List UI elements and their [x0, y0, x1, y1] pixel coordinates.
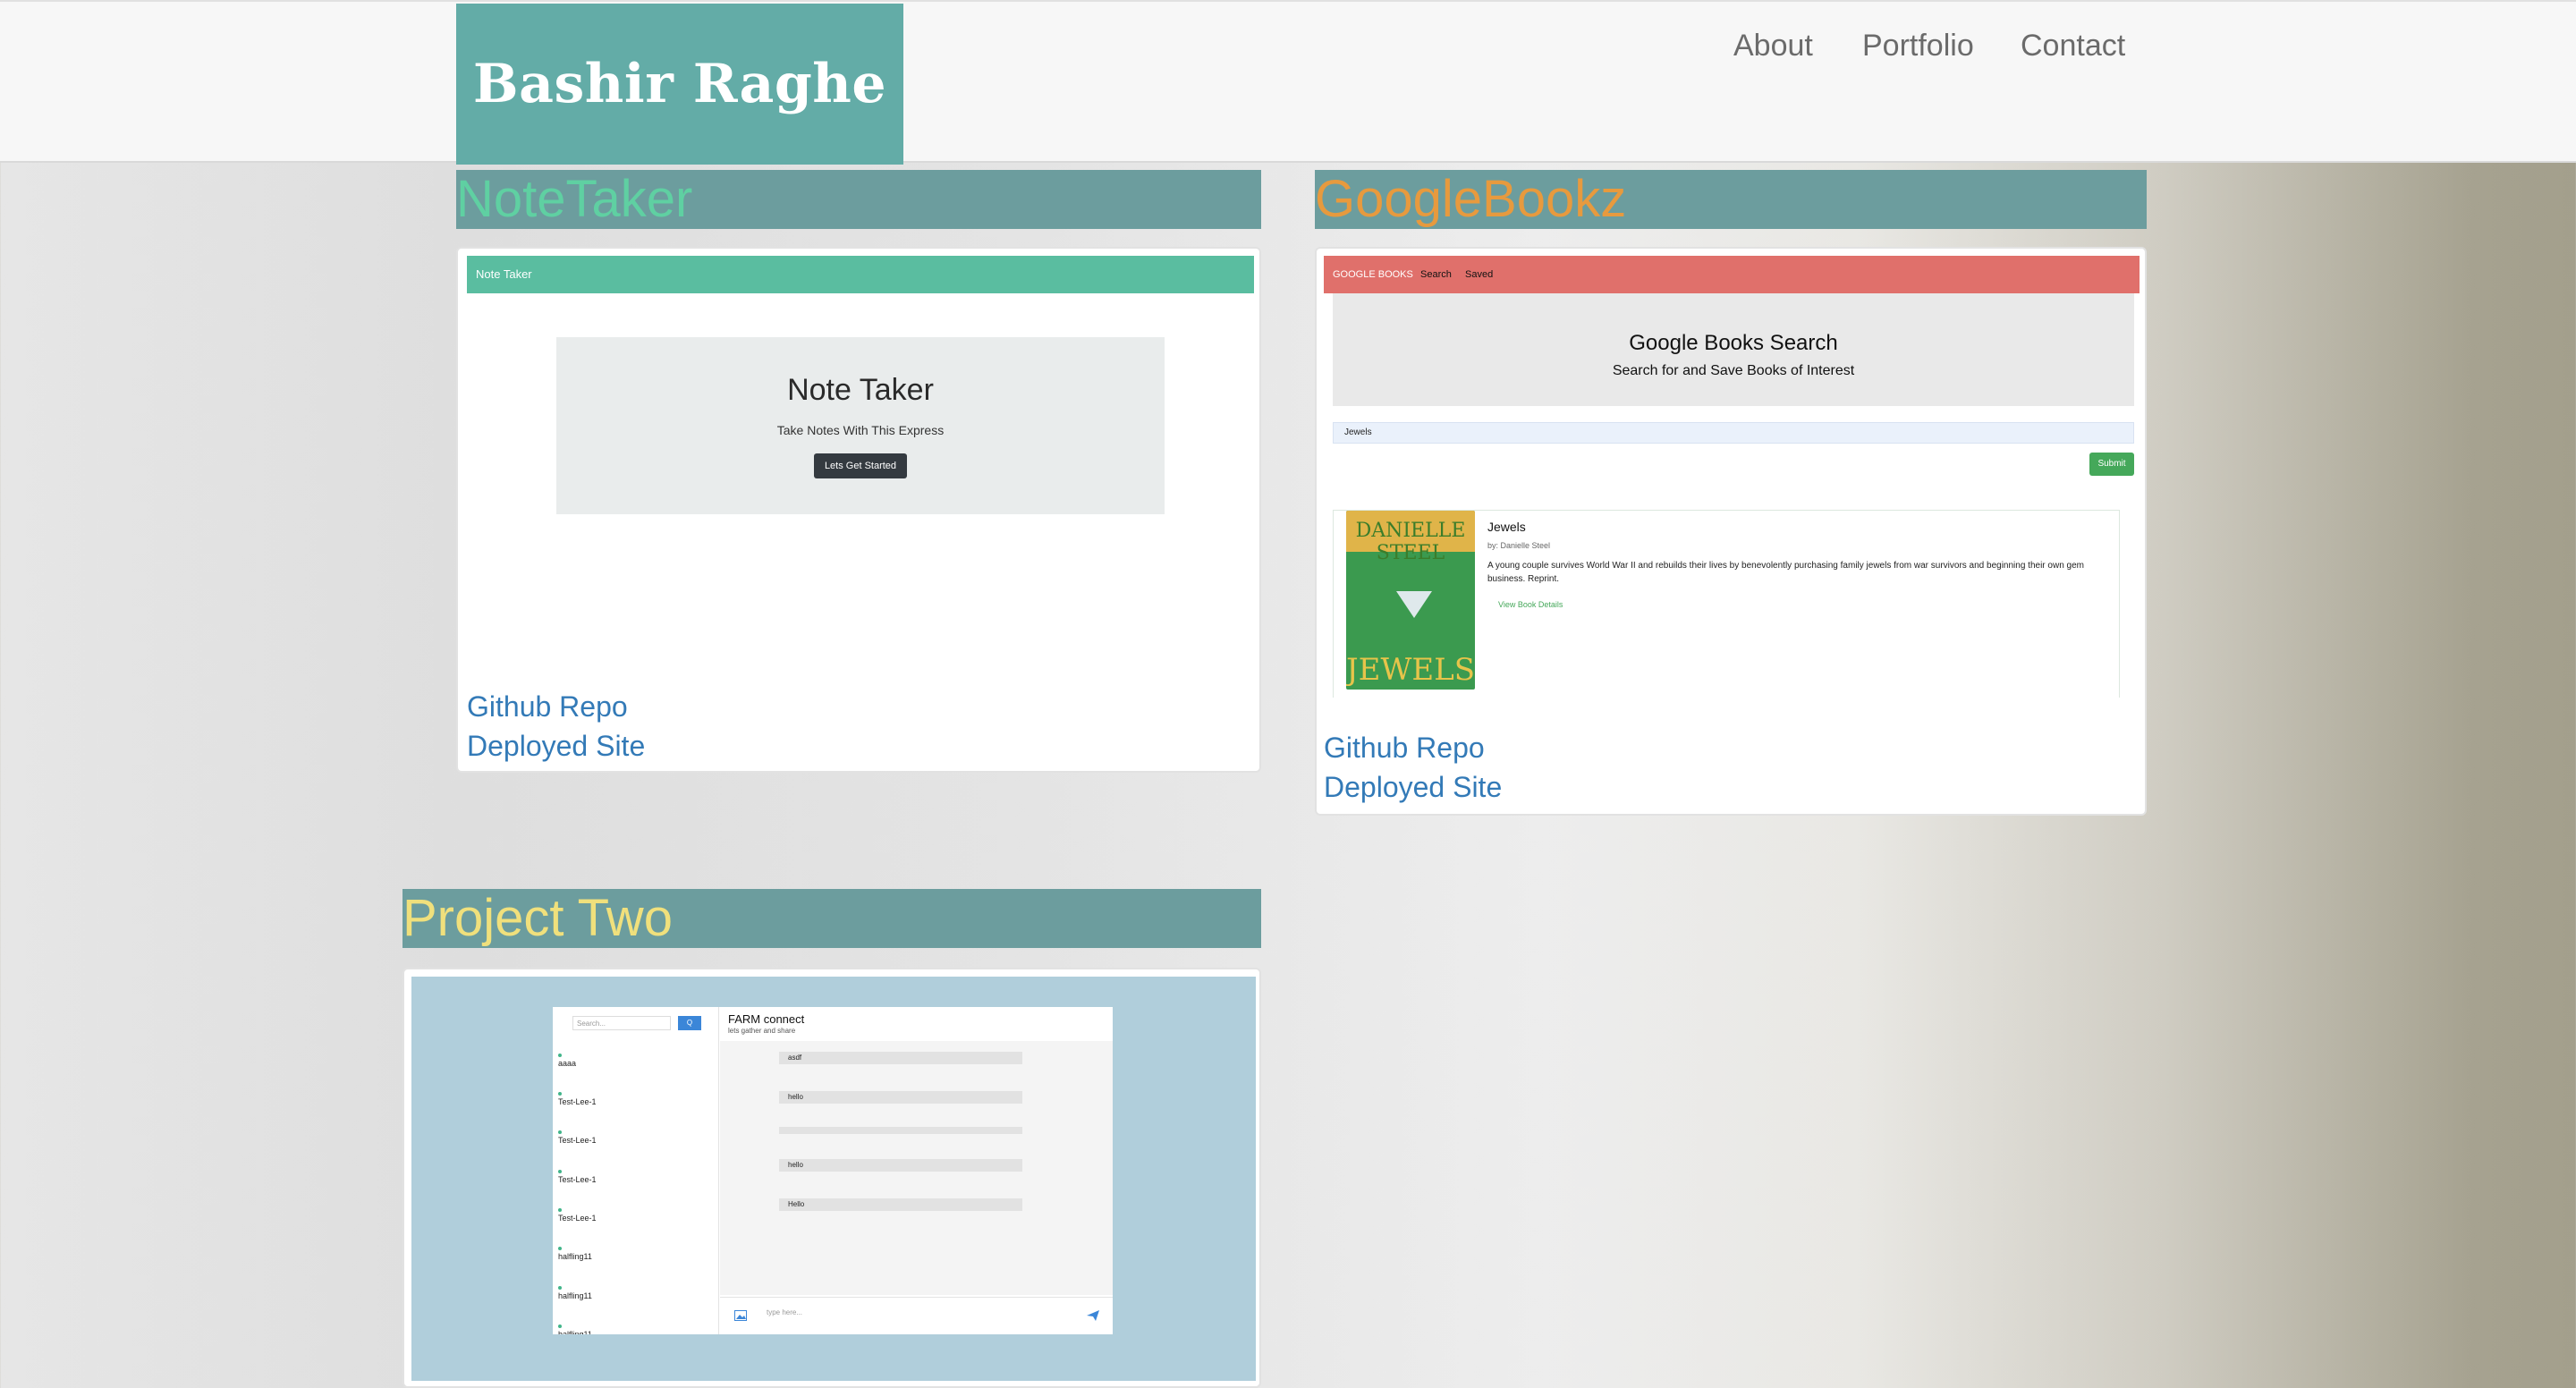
preview-book-result: DANIELLE STEEL JEWELS Jewels by: Daniell… — [1333, 510, 2120, 698]
book-cover-title: JEWELS — [1346, 652, 1475, 688]
project-title-project-two: Project Two — [402, 889, 1261, 948]
preview-nav-brand: GOOGLE BOOKS — [1333, 269, 1413, 280]
online-dot-icon — [558, 1247, 562, 1250]
preview-heading: Note Taker — [787, 373, 934, 407]
preview-navbar: GOOGLE BOOKS Search Saved — [1324, 256, 2140, 293]
project-title-notetaker: NoteTaker — [456, 170, 1261, 229]
project-card-project-two: Search... Q aaaa Test-Lee-1 Test-Lee-1 T… — [402, 968, 1261, 1388]
book-cover-author: DANIELLE STEEL — [1355, 520, 1466, 564]
book-description: A young couple survives World War II and… — [1487, 561, 2084, 584]
online-dot-icon — [558, 1325, 562, 1328]
nav-contact[interactable]: Contact — [2021, 29, 2125, 63]
preview-chat-app: Search... Q aaaa Test-Lee-1 Test-Lee-1 T… — [553, 1007, 1113, 1334]
contact-item: Test-Lee-1 — [558, 1214, 597, 1223]
preview-sidebar: Search... Q aaaa Test-Lee-1 Test-Lee-1 T… — [553, 1007, 719, 1334]
site-header: Bashir Raghe About Portfolio Contact — [0, 0, 2576, 165]
github-repo-link[interactable]: Github Repo — [467, 690, 628, 724]
preview-jumbotron: Note Taker Take Notes With This Express … — [556, 337, 1165, 514]
image-icon — [734, 1310, 747, 1321]
preview-app-subtitle: lets gather and share — [728, 1027, 796, 1035]
nav-portfolio[interactable]: Portfolio — [1862, 29, 1974, 63]
preview-submit-button: Submit — [2089, 453, 2134, 476]
preview-background: Search... Q aaaa Test-Lee-1 Test-Lee-1 T… — [411, 977, 1256, 1381]
preview-start-button: Lets Get Started — [814, 453, 907, 478]
contact-item: halfling11 — [558, 1330, 592, 1334]
deployed-site-link[interactable]: Deployed Site — [1324, 771, 1502, 804]
contact-item: Test-Lee-1 — [558, 1097, 597, 1106]
book-view-link: View Book Details — [1498, 600, 1563, 609]
preview-navbar: Note Taker — [467, 256, 1254, 293]
preview-search-input: Search... — [572, 1016, 671, 1030]
contact-item: Test-Lee-1 — [558, 1136, 597, 1145]
online-dot-icon — [558, 1286, 562, 1290]
preview-search-input: Jewels — [1333, 422, 2134, 444]
preview-subheading: Search for and Save Books of Interest — [1612, 363, 1855, 378]
project-card-googlebookz: GOOGLE BOOKS Search Saved Google Books S… — [1315, 247, 2147, 816]
brand-logo[interactable]: Bashir Raghe — [456, 4, 903, 165]
online-dot-icon — [558, 1092, 562, 1096]
preview-nav-search: Search — [1420, 269, 1452, 280]
preview-search-button: Q — [678, 1016, 701, 1030]
diamond-icon — [1396, 591, 1432, 618]
online-dot-icon — [558, 1208, 562, 1212]
project-card-notetaker: Note Taker Note Taker Take Notes With Th… — [456, 247, 1261, 773]
preview-app-title: FARM connect — [728, 1012, 805, 1026]
preview-input-placeholder: type here... — [767, 1308, 803, 1316]
chat-message: asdf — [779, 1052, 1022, 1064]
preview-chat-input: type here... — [720, 1297, 1113, 1334]
preview-subheading: Take Notes With This Express — [776, 423, 945, 437]
online-dot-icon — [558, 1130, 562, 1134]
preview-nav-saved: Saved — [1465, 269, 1494, 280]
contact-item: aaaa — [558, 1059, 577, 1068]
github-repo-link[interactable]: Github Repo — [1324, 732, 1485, 765]
contact-item: Test-Lee-1 — [558, 1175, 597, 1184]
nav-about[interactable]: About — [1733, 29, 1813, 63]
send-icon — [1087, 1310, 1099, 1321]
preview-message-list: asdf hello hello Hello — [720, 1041, 1113, 1295]
book-cover-image: DANIELLE STEEL JEWELS — [1346, 511, 1475, 690]
online-dot-icon — [558, 1170, 562, 1173]
project-title-googlebookz: GoogleBookz — [1315, 170, 2147, 229]
preview-jumbotron: Google Books Search Search for and Save … — [1333, 293, 2134, 406]
deployed-site-link[interactable]: Deployed Site — [467, 730, 645, 763]
chat-message: hello — [779, 1159, 1022, 1172]
chat-message — [779, 1127, 1022, 1134]
contact-item: halfling11 — [558, 1291, 592, 1300]
chat-message: hello — [779, 1091, 1022, 1104]
chat-message: Hello — [779, 1198, 1022, 1211]
book-title: Jewels — [1487, 520, 1526, 534]
book-author: by: Danielle Steel — [1487, 541, 1551, 550]
brand-name: Bashir Raghe — [472, 53, 887, 115]
preview-heading: Google Books Search — [1629, 331, 1838, 355]
contact-item: halfling11 — [558, 1252, 592, 1261]
online-dot-icon — [558, 1054, 562, 1057]
